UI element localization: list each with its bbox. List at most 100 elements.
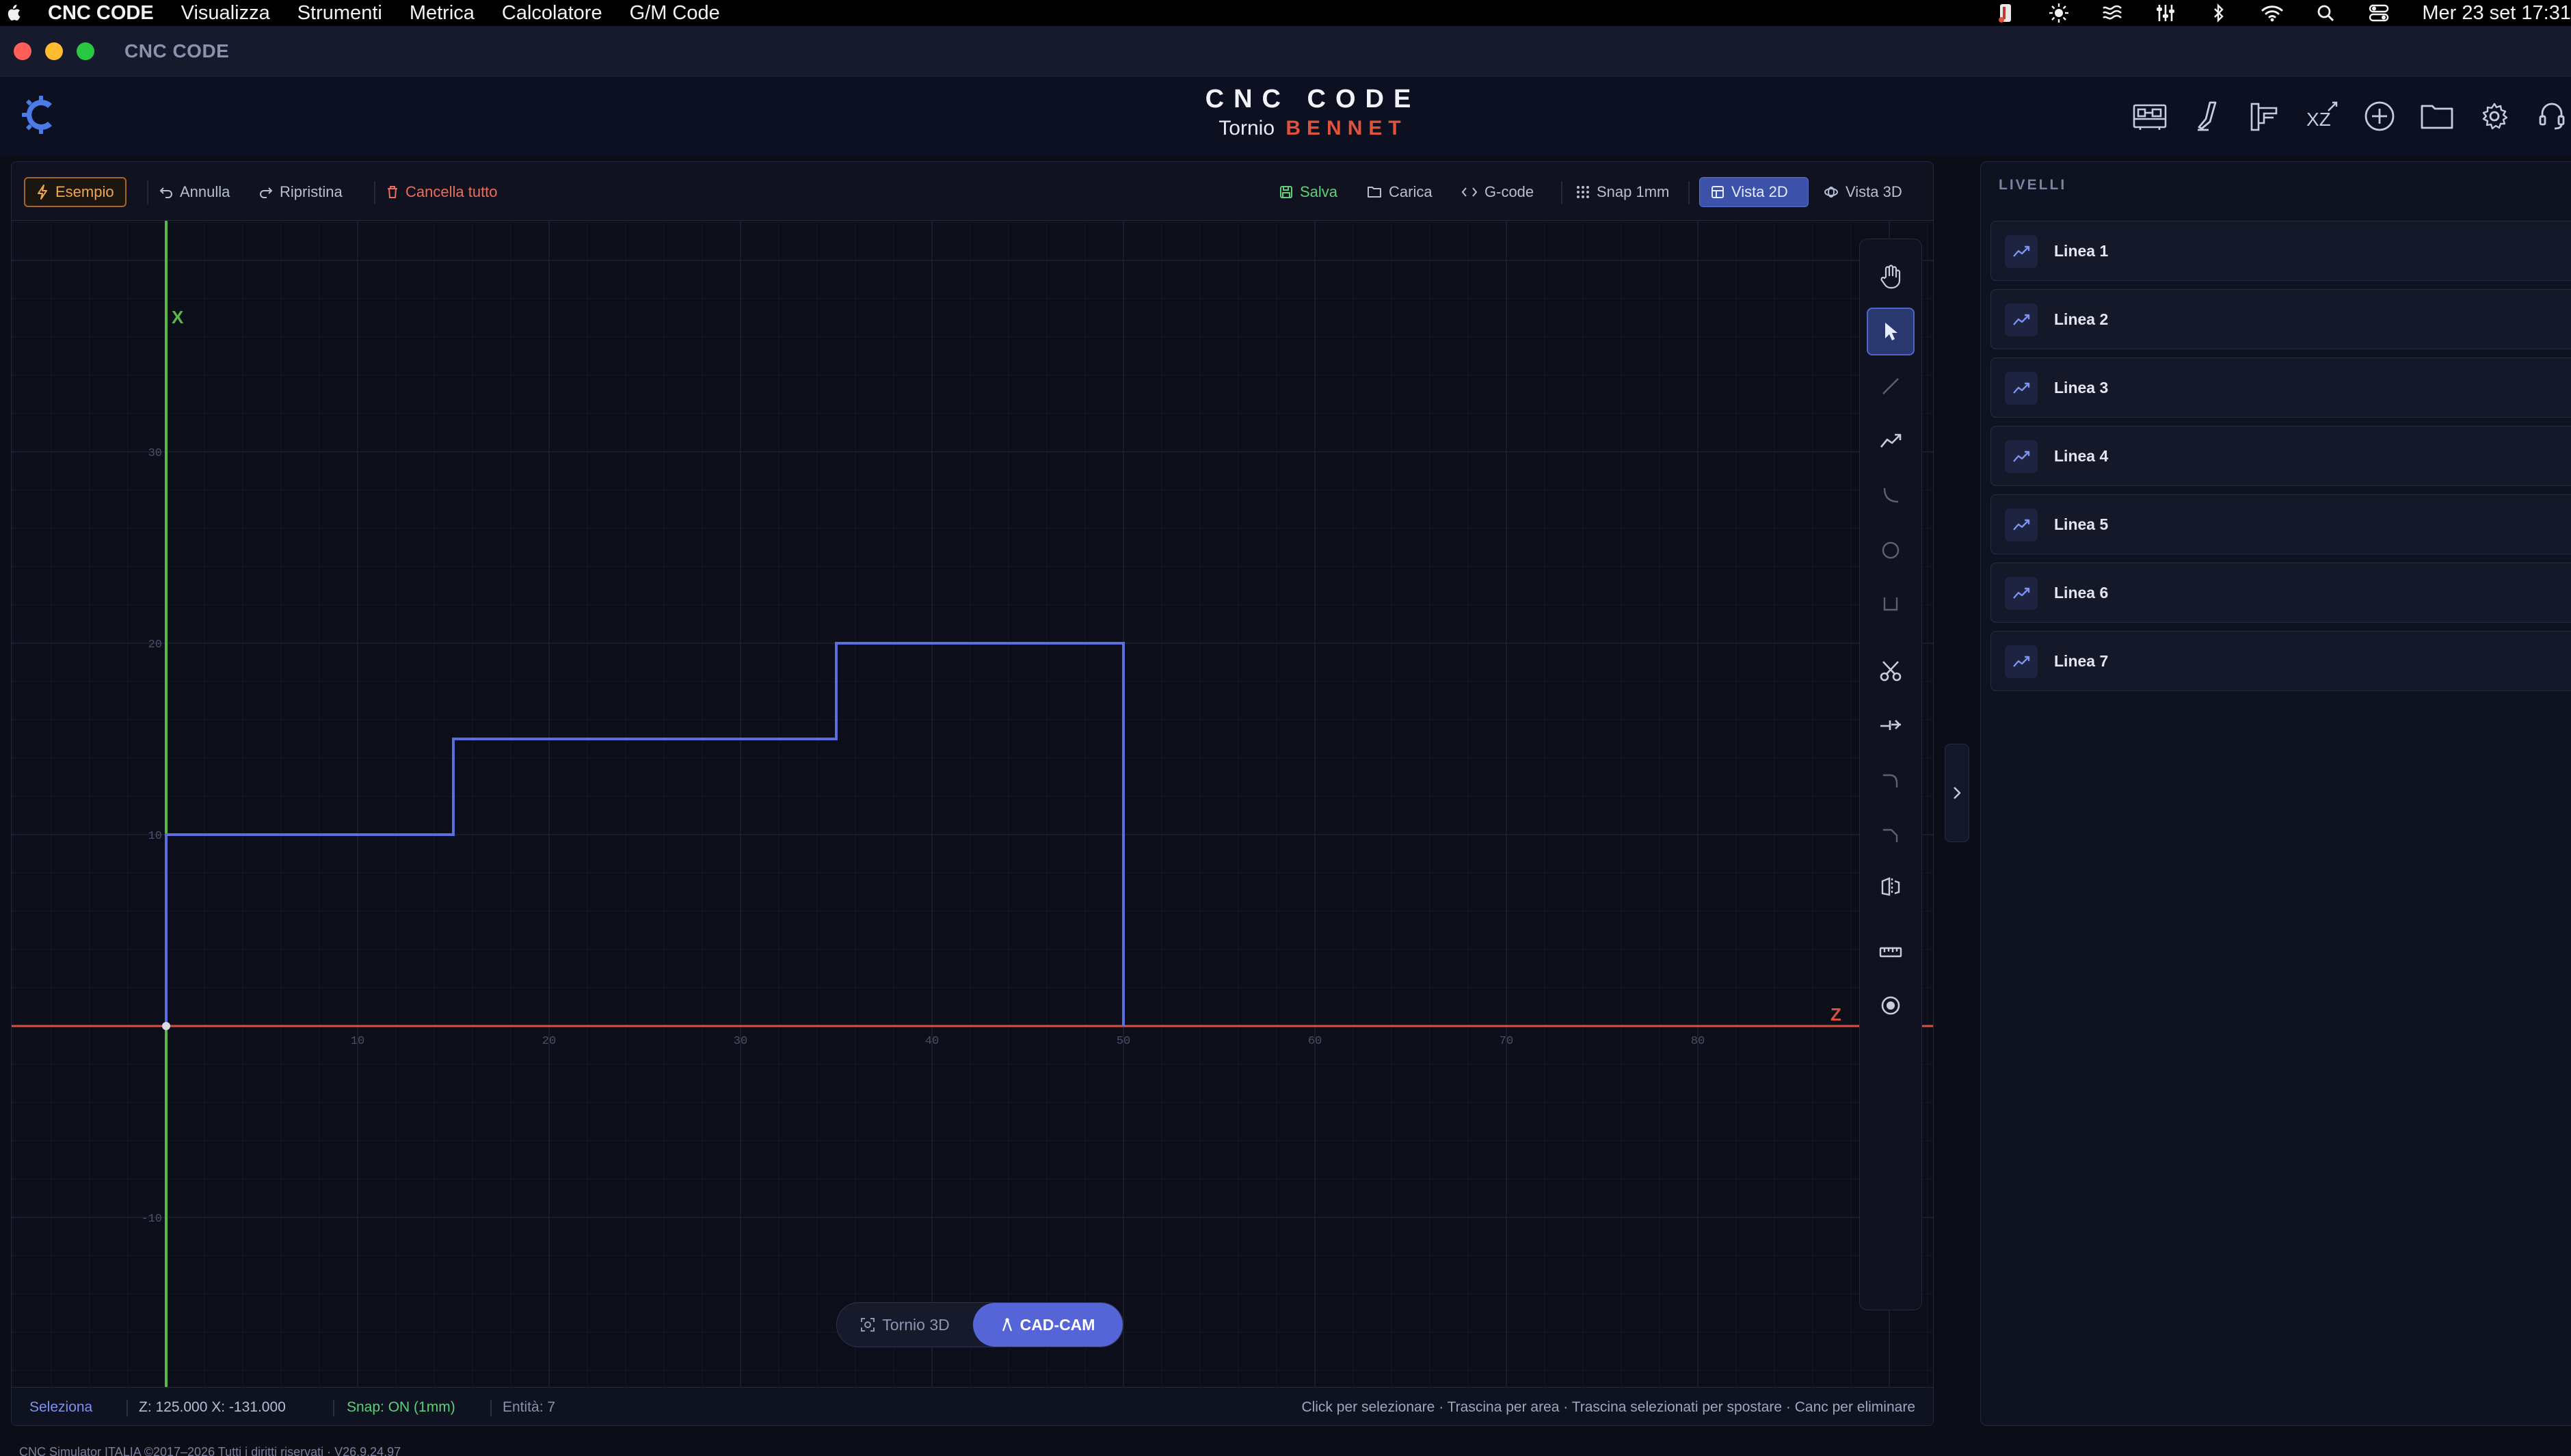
status-snap: Snap: ON (1mm) — [347, 1399, 455, 1415]
undo-button[interactable]: Annulla — [159, 177, 230, 207]
minimize-window-button[interactable] — [45, 42, 63, 60]
x-tick-label: 20 — [148, 638, 162, 651]
layer-item[interactable]: Linea 2 — [1990, 289, 2571, 349]
polyline-icon — [2005, 235, 2038, 268]
chamfer-tool[interactable] — [1867, 811, 1915, 859]
close-window-button[interactable] — [14, 42, 31, 60]
control-center-icon[interactable] — [2363, 3, 2395, 23]
scissors-trim-tool[interactable] — [1867, 647, 1915, 695]
pan-hand-tool[interactable] — [1867, 253, 1915, 301]
example-button[interactable]: Esempio — [24, 177, 126, 207]
menu-gm-code[interactable]: G/M Code — [630, 2, 720, 25]
window-title: CNC CODE — [124, 40, 230, 62]
target-point-tool[interactable] — [1867, 982, 1915, 1029]
x-tick-label: 30 — [148, 447, 162, 460]
undo-icon — [159, 186, 173, 198]
layer-item[interactable]: Linea 3 — [1990, 358, 2571, 418]
support-icon[interactable] — [2533, 97, 2571, 135]
layer-name: Linea 1 — [2054, 242, 2109, 260]
brand-sub-prefix: Tornio — [1218, 117, 1275, 139]
menu-strumenti[interactable]: Strumenti — [297, 2, 382, 25]
layer-item[interactable]: Linea 4 — [1990, 426, 2571, 486]
layer-item[interactable]: Linea 1 — [1990, 221, 2571, 281]
menu-app-name[interactable]: CNC CODE — [48, 2, 154, 25]
view-3d-label: Vista 3D — [1846, 183, 1902, 200]
xz-axes-icon[interactable]: XZ — [2303, 97, 2341, 135]
view-2d-button[interactable]: Vista 2D — [1699, 177, 1809, 207]
z-tick-label: 40 — [925, 1035, 939, 1048]
rectangle-tool[interactable] — [1867, 580, 1915, 628]
polyline-icon — [2005, 509, 2038, 541]
bluetooth-icon[interactable] — [2203, 3, 2235, 23]
fillet-tool[interactable] — [1867, 756, 1915, 804]
z-tick-label: 80 — [1691, 1035, 1705, 1048]
ruler-measure-tool[interactable] — [1867, 928, 1915, 976]
search-icon[interactable] — [2310, 3, 2341, 23]
panel-collapse-toggle[interactable] — [1945, 744, 1969, 842]
orbit-icon — [1824, 186, 1839, 198]
arc-tool[interactable] — [1867, 472, 1915, 520]
tool-insert-icon[interactable] — [2188, 97, 2226, 135]
extend-tool[interactable] — [1867, 701, 1915, 749]
menu-visualizza[interactable]: Visualizza — [181, 2, 270, 25]
layers-title: LIVELLI — [1999, 177, 2067, 193]
line-tool[interactable] — [1867, 362, 1915, 410]
view-3d-button[interactable]: Vista 3D — [1824, 177, 1902, 207]
brightness-icon[interactable] — [2043, 3, 2075, 23]
polyline-icon — [2005, 440, 2038, 473]
mode-tornio-3d-button[interactable]: Tornio 3D — [837, 1303, 973, 1347]
x-axis-label: X — [172, 307, 184, 327]
drawing-canvas[interactable]: 1020304050607080302010-10-20 X Z — [12, 221, 1934, 1387]
app-status-icon[interactable] — [1990, 3, 2021, 23]
lathe-machine-icon[interactable] — [2131, 97, 2169, 135]
app-footer: CNC Simulator ITALIA ©2017–2026 Tutti i … — [19, 1445, 401, 1456]
boring-bar-icon[interactable] — [2246, 97, 2284, 135]
mirror-tool[interactable] — [1867, 863, 1915, 911]
redo-button[interactable]: Ripristina — [259, 177, 343, 207]
select-pointer-tool[interactable] — [1867, 308, 1915, 355]
snap-toggle-button[interactable]: Snap 1mm — [1576, 177, 1669, 207]
layer-name: Linea 4 — [2054, 447, 2109, 465]
gear-icon[interactable] — [2475, 97, 2514, 135]
snap-button-label: Snap 1mm — [1597, 183, 1670, 200]
layer-item[interactable]: Linea 6 — [1990, 563, 2571, 623]
svg-text:XZ: XZ — [2306, 109, 2331, 130]
status-bar: Seleziona Z: 125.000 X: -131.000 Snap: O… — [12, 1387, 1933, 1425]
zoom-window-button[interactable] — [77, 42, 94, 60]
layer-item[interactable]: Linea 7 — [1990, 631, 2571, 691]
circle-tool[interactable] — [1867, 526, 1915, 574]
layer-item[interactable]: Linea 5 — [1990, 494, 2571, 554]
menubar-clock[interactable]: Mer 23 set 17:31 — [2422, 2, 2571, 25]
example-button-label: Esempio — [55, 183, 114, 200]
sliders-icon[interactable] — [2150, 3, 2181, 23]
window-titlebar: CNC CODE — [0, 26, 2571, 77]
z-tick-label: 50 — [1117, 1035, 1130, 1048]
layers-panel: LIVELLI Linea 1 Linea 2 Linea 3 Linea 4 Line… — [1980, 161, 2571, 1426]
load-button[interactable]: Carica — [1367, 177, 1433, 207]
z-tick-label: 10 — [351, 1035, 364, 1048]
x-tick-label: -10 — [141, 1213, 162, 1226]
clear-all-button[interactable]: Cancella tutto — [386, 177, 498, 207]
lightning-icon — [36, 185, 49, 200]
drawing-surface[interactable]: 1020304050607080302010-10-20 X Z — [12, 221, 1934, 1387]
macos-menubar: CNC CODE Visualizza Strumenti Metrica Ca… — [0, 0, 2571, 26]
mode-cad-cam-button[interactable]: CAD-CAM — [973, 1303, 1123, 1347]
waves-icon[interactable] — [2096, 3, 2128, 23]
trash-icon — [386, 185, 399, 199]
app-header: CNC CODE Tornio BENNET XZ — [0, 77, 2571, 156]
polyline-tool[interactable] — [1867, 417, 1915, 465]
wifi-icon[interactable] — [2256, 3, 2288, 23]
undo-button-label: Annulla — [180, 183, 230, 200]
save-icon — [1279, 185, 1293, 199]
origin-point[interactable] — [162, 1022, 170, 1030]
menu-metrica[interactable]: Metrica — [410, 2, 475, 25]
apple-icon[interactable] — [3, 4, 23, 22]
header-tools: XZ — [2112, 97, 2571, 135]
save-button[interactable]: Salva — [1279, 177, 1337, 207]
gcode-button[interactable]: G-code — [1461, 177, 1534, 207]
folder-icon[interactable] — [2418, 97, 2456, 135]
add-circle-icon[interactable] — [2360, 97, 2399, 135]
menu-calcolatore[interactable]: Calcolatore — [502, 2, 602, 25]
brand-sub-accent: BENNET — [1286, 117, 1407, 139]
folder-open-icon — [1367, 186, 1382, 198]
